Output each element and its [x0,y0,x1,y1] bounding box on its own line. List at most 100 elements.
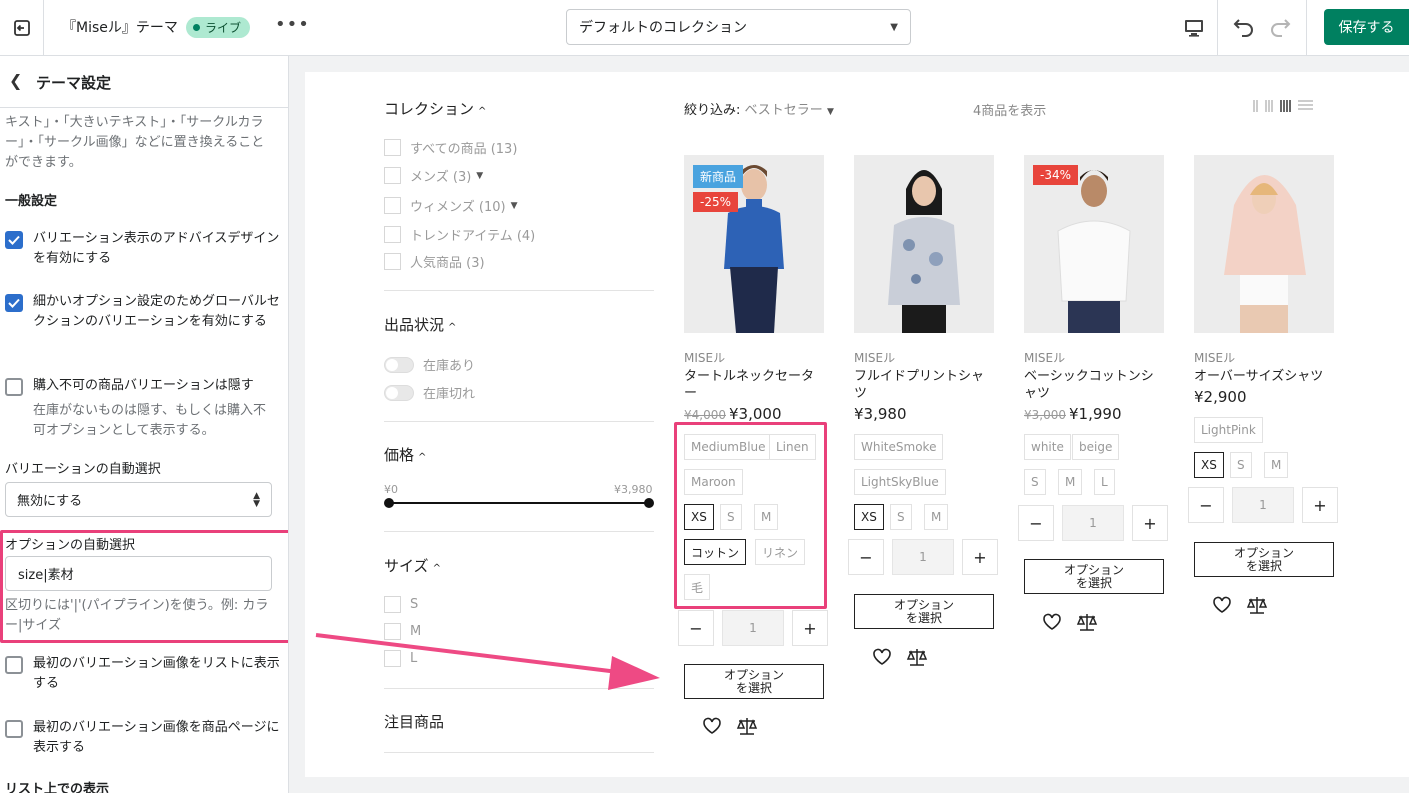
chevron-down-icon[interactable]: ▼ [511,201,518,211]
size-option[interactable]: M [1058,469,1083,495]
size-option[interactable]: M [924,504,949,530]
grid-4-icon[interactable] [1280,100,1291,112]
product-image[interactable] [854,155,994,333]
exit-button[interactable] [0,0,44,55]
product-image[interactable] [1194,155,1334,333]
filter-collection-item[interactable]: 人気商品 (3) [384,252,485,271]
filter-collection-item[interactable]: トレンドアイテム (4) [384,225,535,244]
checkbox-icon[interactable] [384,623,401,640]
checkbox-icon[interactable] [384,596,401,613]
size-option[interactable]: S [1230,452,1252,478]
qty-minus-button[interactable]: − [1188,487,1224,523]
qty-minus-button[interactable]: − [678,610,714,646]
color-option[interactable]: WhiteSmoke [854,434,944,460]
wishlist-heart-icon[interactable] [872,648,892,670]
checkbox-unchecked-icon[interactable] [5,656,23,674]
checkbox-unchecked-icon[interactable] [5,720,23,738]
qty-plus-button[interactable]: + [1132,505,1168,541]
filter-size-item[interactable]: S [384,596,418,613]
compare-scale-icon[interactable] [1076,613,1098,635]
checkbox-unchecked-icon[interactable] [5,378,23,396]
option-advice-design[interactable]: バリエーション表示のアドバイスデザインを有効にする [5,229,280,269]
option-hide-unavailable[interactable]: 購入不可の商品バリエーションは隠す [5,376,280,396]
more-actions-button[interactable]: ••• [275,14,310,35]
price-slider-track[interactable] [389,502,649,504]
checkbox-icon[interactable] [384,226,401,243]
filter-size-item[interactable]: L [384,650,417,667]
filter-collection-item[interactable]: すべての商品 (13) [384,138,517,157]
select-options-button[interactable]: オプション を選択 [684,664,824,699]
qty-plus-button[interactable]: + [792,610,828,646]
auto-option-input[interactable]: size|素材 [5,556,272,591]
option-global-variation[interactable]: 細かいオプション設定のためグローバルセクションのバリエーションを有効にする [5,292,280,332]
list-view-icon[interactable] [1298,100,1313,112]
back-chevron-icon[interactable]: ❮ [9,71,22,90]
size-option[interactable]: S [890,504,912,530]
qty-minus-button[interactable]: − [848,539,884,575]
filter-featured-heading[interactable]: 注目商品 [384,711,444,732]
wishlist-heart-icon[interactable] [702,717,722,739]
color-option[interactable]: white [1024,434,1071,460]
size-option-selected[interactable]: XS [854,504,884,530]
filter-price-heading[interactable]: 価格 ^ [384,444,426,465]
qty-plus-button[interactable]: + [1302,487,1338,523]
template-select[interactable]: デフォルトのコレクション ▼ [566,9,911,45]
redo-button[interactable] [1268,15,1292,43]
filter-stock-item[interactable]: 在庫切れ [384,383,475,402]
product-name[interactable]: ベーシックコットンシャツ [1024,368,1164,402]
size-option[interactable]: L [1094,469,1115,495]
product-image[interactable]: -34% [1024,155,1164,333]
auto-variant-select[interactable]: 無効にする ▲ ▼ [5,482,272,517]
qty-input[interactable]: 1 [1232,487,1294,523]
compare-scale-icon[interactable] [1246,596,1268,618]
qty-input[interactable]: 1 [892,539,954,575]
qty-input[interactable]: 1 [1062,505,1124,541]
filter-collection-heading[interactable]: コレクション ^ [384,98,486,119]
device-preview-button[interactable] [1170,0,1218,55]
select-options-button[interactable]: オプション を選択 [854,594,994,629]
filter-stock-item[interactable]: 在庫あり [384,355,475,374]
sort-dropdown[interactable]: 絞り込み: ベストセラー ▼ [684,99,834,118]
checkbox-checked-icon[interactable] [5,231,23,249]
filter-collection-item[interactable]: メンズ (3) ▼ [384,166,483,185]
color-option[interactable]: LightPink [1194,417,1263,443]
chevron-down-icon[interactable]: ▼ [476,171,483,181]
toggle-switch[interactable] [384,356,414,373]
qty-minus-button[interactable]: − [1018,505,1054,541]
toggle-switch[interactable] [384,384,414,401]
undo-button[interactable] [1232,15,1256,43]
filter-stock-heading[interactable]: 出品状況 ^ [384,314,456,335]
price-slider-max-handle[interactable] [644,498,654,508]
product-name[interactable]: オーバーサイズシャツ [1194,368,1334,385]
product-name[interactable]: タートルネックセーター [684,368,824,402]
wishlist-heart-icon[interactable] [1212,596,1232,618]
checkbox-icon[interactable] [384,197,401,214]
size-option-selected[interactable]: XS [1194,452,1224,478]
compare-scale-icon[interactable] [736,717,758,739]
checkbox-icon[interactable] [384,650,401,667]
select-options-button[interactable]: オプション を選択 [1194,542,1334,577]
wishlist-heart-icon[interactable] [1042,613,1062,635]
filter-collection-item[interactable]: ウィメンズ (10) ▼ [384,196,517,215]
size-option[interactable]: S [1024,469,1046,495]
grid-2-icon[interactable] [1253,100,1258,112]
price-slider-min-handle[interactable] [384,498,394,508]
option-variant-image-list[interactable]: 最初のバリエーション画像をリストに表示する [5,654,280,694]
compare-scale-icon[interactable] [906,648,928,670]
checkbox-icon[interactable] [384,139,401,156]
select-options-button[interactable]: オプション を選択 [1024,559,1164,594]
filter-size-heading[interactable]: サイズ ^ [384,555,441,576]
checkbox-checked-icon[interactable] [5,294,23,312]
save-button[interactable]: 保存する [1324,9,1409,45]
product-image[interactable]: 新商品 -25% [684,155,824,333]
product-name[interactable]: フルイドプリントシャツ [854,368,994,402]
checkbox-icon[interactable] [384,253,401,270]
color-option[interactable]: LightSkyBlue [854,469,946,495]
filter-size-item[interactable]: M [384,623,421,640]
checkbox-icon[interactable] [384,167,401,184]
grid-3-icon[interactable] [1265,100,1273,112]
qty-plus-button[interactable]: + [962,539,998,575]
qty-input[interactable]: 1 [722,610,784,646]
option-variant-image-page[interactable]: 最初のバリエーション画像を商品ページに表示する [5,718,280,758]
color-option[interactable]: beige [1072,434,1120,460]
